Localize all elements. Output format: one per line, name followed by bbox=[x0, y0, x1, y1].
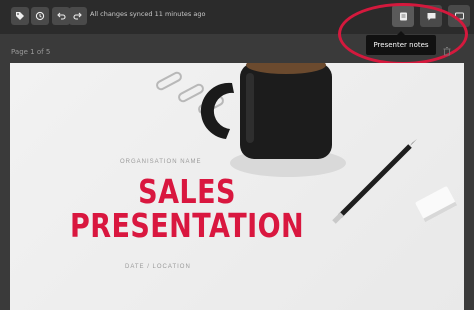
slide-title-line2: PRESENTATION bbox=[70, 205, 305, 245]
date-location[interactable]: DATE / LOCATION bbox=[125, 264, 191, 270]
organisation-name[interactable]: ORGANISATION NAME bbox=[120, 159, 202, 165]
slide-title[interactable]: SALES PRESENTATION bbox=[70, 175, 304, 242]
page-indicator: Page 1 of 5 bbox=[11, 48, 51, 56]
eraser bbox=[415, 186, 458, 223]
sync-status: All changes synced 11 minutes ago bbox=[90, 10, 206, 18]
pencil bbox=[332, 139, 417, 224]
redo-icon[interactable] bbox=[69, 7, 87, 25]
slide-title-line1: SALES bbox=[138, 172, 236, 211]
slide-canvas[interactable]: ORGANISATION NAME SALES PRESENTATION DAT… bbox=[10, 63, 464, 310]
history-icon[interactable] bbox=[31, 7, 49, 25]
undo-icon[interactable] bbox=[52, 7, 70, 25]
trash-icon[interactable] bbox=[442, 46, 452, 56]
tag-icon[interactable] bbox=[11, 7, 29, 25]
coffee-mug bbox=[200, 63, 332, 159]
